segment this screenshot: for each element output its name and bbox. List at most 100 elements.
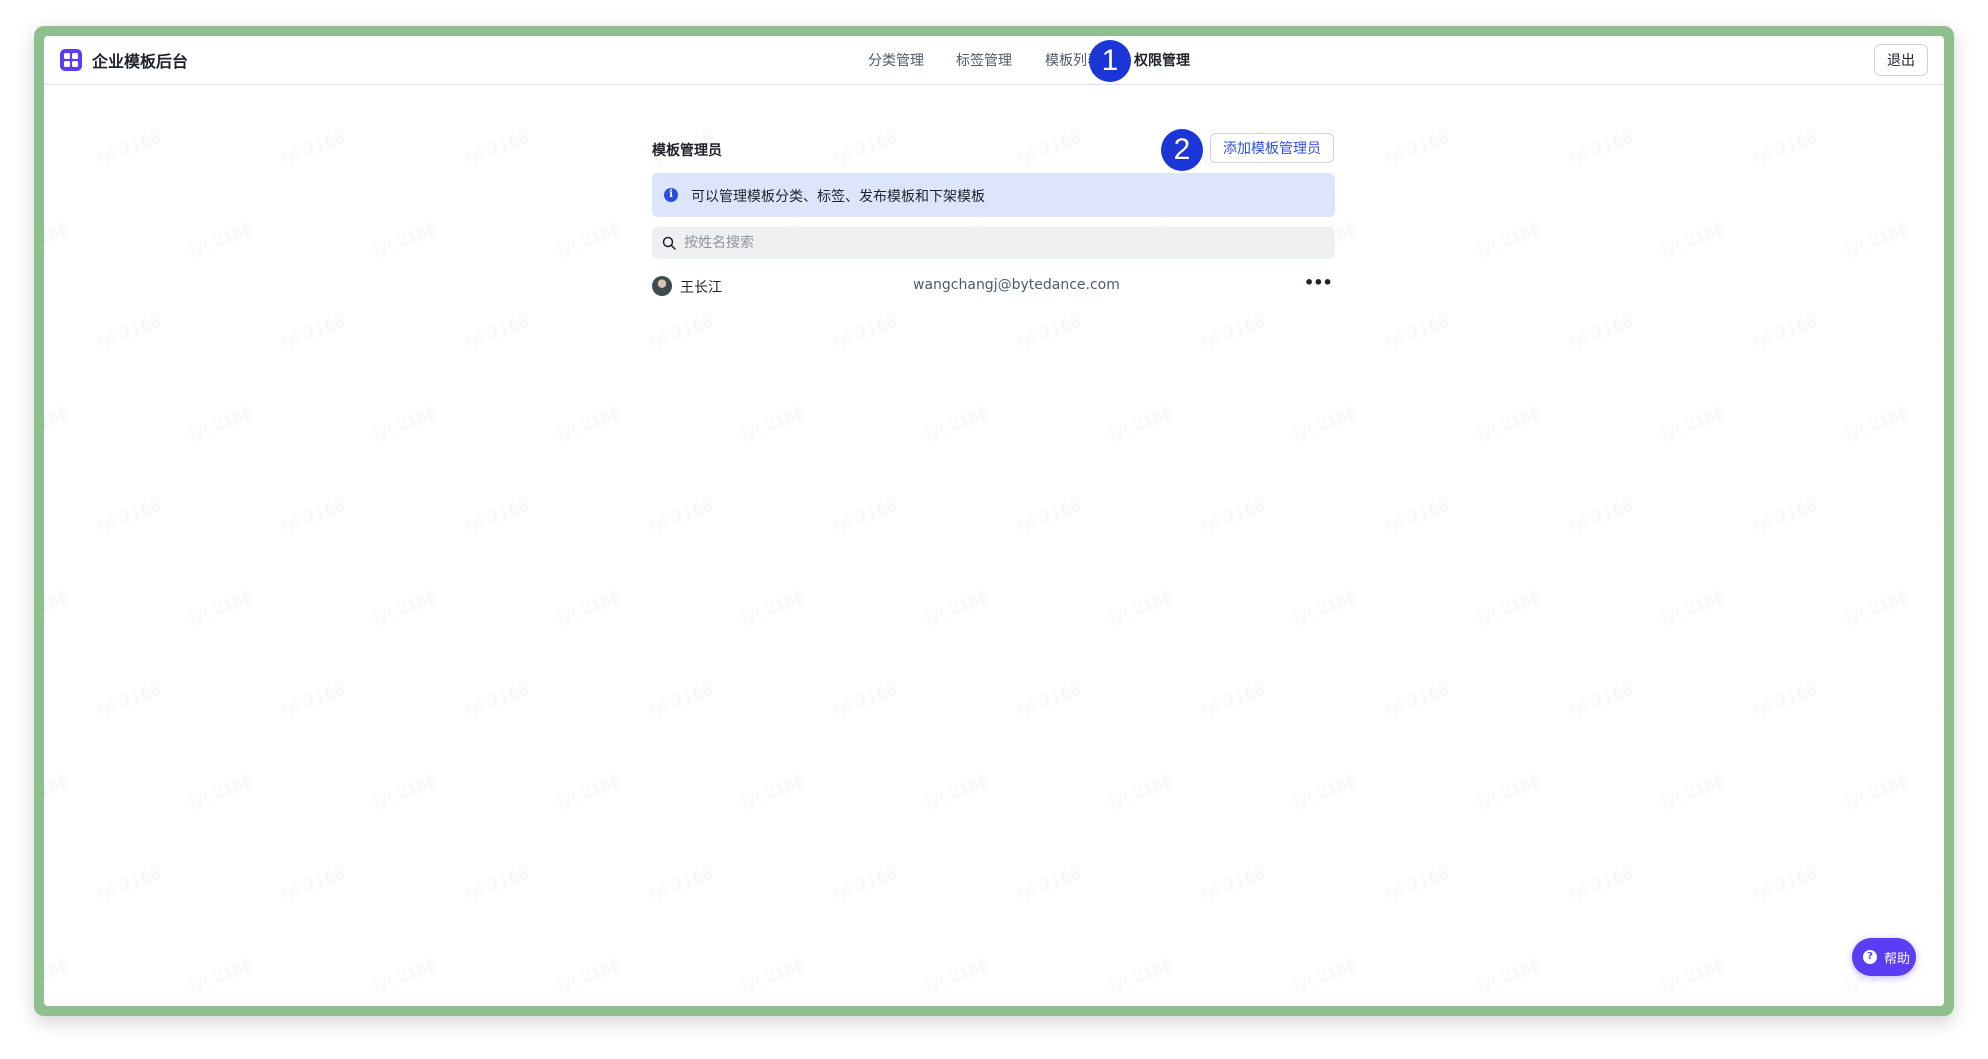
watermark-text: lyt 2166 (1382, 679, 1452, 720)
app-window: lyt 2166 lyt 2166 lyt 2166 lyt 2166 lyt 2166… (44, 36, 1944, 1006)
watermark-text: lyt 2166 (278, 679, 348, 720)
watermark-text: lyt 2166 (922, 955, 992, 996)
watermark-text: lyt 2166 (1842, 403, 1912, 444)
watermark-text: lyt 2166 (1290, 955, 1360, 996)
watermark-text: lyt 2166 (1382, 863, 1452, 904)
watermark-text: lyt 2166 (370, 403, 440, 444)
watermark-text: lyt 2166 (1382, 127, 1452, 168)
watermark-text: lyt 2166 (830, 863, 900, 904)
watermark-text: lyt 2166 (94, 127, 164, 168)
watermark-text: lyt 2166 (278, 311, 348, 352)
watermark-text: lyt 2166 (94, 863, 164, 904)
app-title: 企业模板后台 (92, 52, 189, 71)
watermark-text: lyt 2166 (1382, 311, 1452, 352)
watermark-text: lyt 2166 (1842, 771, 1912, 812)
watermark-text: lyt 2166 (44, 771, 72, 811)
watermark-text: lyt 2166 (186, 219, 256, 260)
watermark-text: lyt 2166 (738, 771, 808, 812)
help-button[interactable]: ? 帮助 (1852, 938, 1916, 976)
watermark-text: lyt 2166 (1566, 127, 1636, 168)
tab-tag-management[interactable]: 标签管理 (956, 50, 1012, 70)
watermark-text: lyt 2166 (278, 127, 348, 168)
watermark-text: lyt 2166 (646, 679, 716, 720)
watermark-text: lyt 2166 (646, 863, 716, 904)
watermark-text: lyt 2166 (370, 219, 440, 260)
watermark-text: lyt 2166 (1014, 311, 1084, 352)
info-icon: i (664, 188, 678, 202)
help-label: 帮助 (1884, 952, 1911, 967)
watermark-text: lyt 2166 (462, 495, 532, 536)
watermark-text: lyt 2166 (462, 679, 532, 720)
tab-category-management[interactable]: 分类管理 (868, 50, 924, 70)
watermark-text: lyt 2166 (44, 955, 72, 995)
watermark-text: lyt 2166 (44, 403, 72, 443)
watermark-text: lyt 2166 (1750, 127, 1820, 168)
watermark-text: lyt 2166 (1658, 403, 1728, 444)
watermark-text: lyt 2166 (278, 495, 348, 536)
watermark-text: lyt 2166 (1106, 403, 1176, 444)
member-email: wangchangj@bytedance.com (913, 277, 1120, 293)
watermark-text: lyt 2166 (1658, 587, 1728, 628)
watermark-text: lyt 2166 (1566, 495, 1636, 536)
watermark-text: lyt 2166 (922, 403, 992, 444)
step-marker-1: 1 (1089, 40, 1131, 82)
watermark-text: lyt 2166 (1934, 679, 1944, 720)
watermark-text: lyt 2166 (738, 955, 808, 996)
more-actions-button[interactable]: ••• (1304, 273, 1333, 297)
watermark-text: lyt 2166 (1658, 219, 1728, 260)
logout-button[interactable]: 退出 (1874, 44, 1928, 76)
tab-permission-management[interactable]: 权限管理 (1134, 50, 1190, 70)
watermark-text: lyt 2166 (94, 311, 164, 352)
watermark-text: lyt 2166 (278, 863, 348, 904)
watermark-text: lyt 2166 (462, 863, 532, 904)
watermark-text: lyt 2166 (1290, 587, 1360, 628)
watermark-text: lyt 2166 (1474, 219, 1544, 260)
watermark-text: lyt 2166 (646, 495, 716, 536)
watermark-text: lyt 2166 (1198, 311, 1268, 352)
watermark-text: lyt 2166 (1750, 495, 1820, 536)
watermark-text: lyt 2166 (1014, 127, 1084, 168)
watermark-text: lyt 2166 (186, 587, 256, 628)
watermark-text: lyt 2166 (554, 219, 624, 260)
watermark-text: lyt 2166 (922, 587, 992, 628)
watermark-text: lyt 2166 (1658, 955, 1728, 996)
watermark-text: lyt 2166 (1842, 219, 1912, 260)
add-template-admin-button[interactable]: 添加模板管理员 (1210, 133, 1334, 163)
info-text: 可以管理模板分类、标签、发布模板和下架模板 (691, 189, 985, 205)
watermark-text: lyt 2166 (554, 403, 624, 444)
watermark-text: lyt 2166 (738, 403, 808, 444)
watermark-text: lyt 2166 (1474, 955, 1544, 996)
watermark-text: lyt 2166 (830, 495, 900, 536)
watermark-text: lyt 2166 (830, 311, 900, 352)
watermark-text: lyt 2166 (554, 955, 624, 996)
watermark-text: lyt 2166 (44, 219, 72, 259)
watermark-text: lyt 2166 (1750, 679, 1820, 720)
watermark-text: lyt 2166 (186, 403, 256, 444)
watermark-text: lyt 2166 (1474, 771, 1544, 812)
watermark-text: lyt 2166 (1198, 495, 1268, 536)
watermark-text: lyt 2166 (554, 587, 624, 628)
watermark-text: lyt 2166 (646, 311, 716, 352)
watermark-text: lyt 2166 (1750, 863, 1820, 904)
watermark-text: lyt 2166 (1014, 863, 1084, 904)
watermark-text: lyt 2166 (554, 771, 624, 812)
watermark-text: lyt 2166 (1842, 587, 1912, 628)
table-row: 王长江 wangchangj@bytedance.com ••• (652, 267, 1335, 303)
watermark-text: lyt 2166 (462, 311, 532, 352)
watermark-text: lyt 2166 (1474, 587, 1544, 628)
watermark-text: lyt 2166 (370, 771, 440, 812)
question-icon: ? (1863, 950, 1877, 964)
section-title: 模板管理员 (652, 143, 722, 159)
top-header: 企业模板后台 分类管理 标签管理 模板列表 权限管理 退出 (44, 36, 1944, 85)
watermark-text: lyt 2166 (1934, 495, 1944, 536)
app-logo-icon (60, 49, 82, 71)
search-input[interactable] (684, 227, 1324, 259)
watermark-text: lyt 2166 (1014, 495, 1084, 536)
watermark-text: lyt 2166 (186, 771, 256, 812)
watermark-text: lyt 2166 (1934, 863, 1944, 904)
watermark-text: lyt 2166 (1750, 311, 1820, 352)
info-banner: i 可以管理模板分类、标签、发布模板和下架模板 (652, 173, 1335, 217)
watermark-text: lyt 2166 (44, 587, 72, 627)
search-icon (662, 236, 676, 250)
watermark-text: lyt 2166 (1014, 679, 1084, 720)
